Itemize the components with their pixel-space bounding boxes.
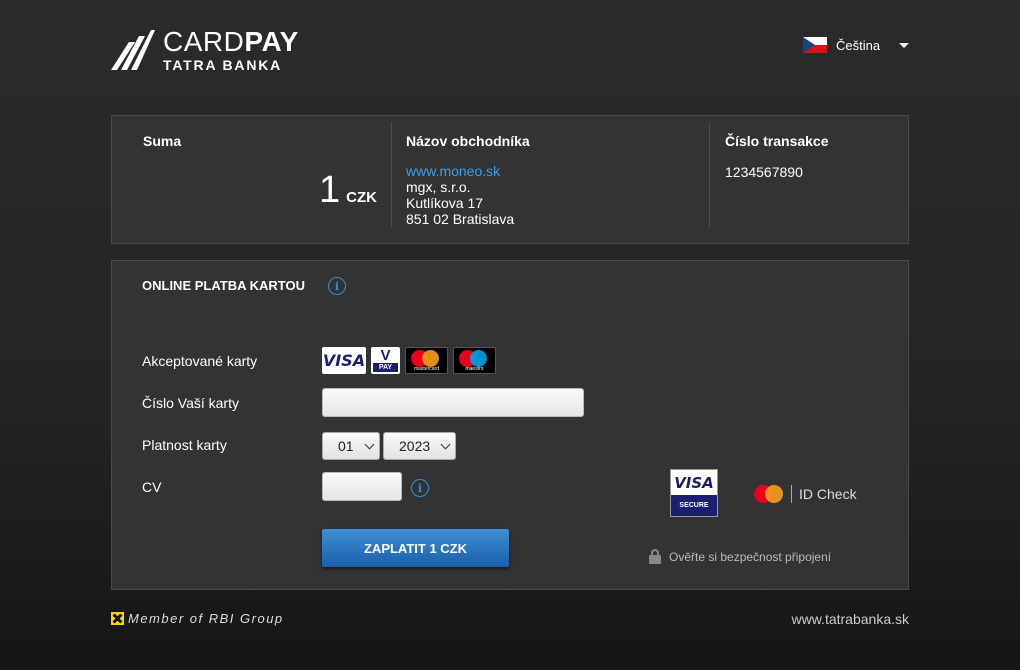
merchant-city: 851 02 Bratislava: [406, 211, 515, 227]
security-note-text: Ověřte si bezpečnost připojení: [669, 549, 832, 564]
logo-bank-name: TATRA BANKA: [163, 57, 283, 73]
merchant-details: www.moneo.sk mgx, s.r.o. Kutlíkova 17 85…: [406, 163, 514, 227]
rbi-member-badge: Member of RBI Group: [111, 611, 284, 626]
chevron-down-icon: [440, 439, 451, 450]
security-check-link[interactable]: Ověřte si bezpečnost připojení: [649, 549, 831, 564]
expiry-month-select[interactable]: 01: [322, 432, 380, 460]
transaction-label: Číslo transakce: [725, 133, 829, 149]
expiry-year-select[interactable]: 2023: [383, 432, 456, 460]
transaction-id: 1234567890: [725, 164, 803, 180]
rbi-logo-icon: [111, 612, 124, 625]
payment-form: ONLINE PLATBA KARTOU i Akceptované karty…: [111, 260, 909, 590]
info-icon[interactable]: i: [328, 277, 346, 295]
expiry-month-value: 01: [338, 438, 354, 454]
transaction-column: Číslo transakce 1234567890: [710, 122, 908, 228]
mastercard-circles-icon: [754, 485, 784, 503]
amount-display: 1 CZK: [319, 169, 377, 212]
id-check-label: ID Check: [799, 486, 857, 502]
card-number-label: Číslo Vaší karty: [142, 395, 239, 411]
visa-secure-logo-icon: VISA SECURE: [670, 469, 718, 517]
mastercard-logo-icon: mastercard: [405, 347, 448, 374]
accepted-cards-label: Akceptované karty: [142, 353, 258, 369]
language-label: Čeština: [836, 37, 881, 53]
amount-currency: CZK: [346, 189, 377, 206]
chevron-down-icon: [364, 439, 375, 450]
payment-title: ONLINE PLATBA KARTOU: [142, 278, 305, 293]
caret-down-icon: [899, 42, 910, 48]
tatrabanka-website-link[interactable]: www.tatrabanka.sk: [792, 611, 910, 627]
merchant-name: mgx, s.r.o.: [406, 179, 471, 195]
amount-label: Suma: [143, 133, 182, 149]
cardpay-logo: CARDPAY TATRA BANKA: [111, 28, 299, 72]
transaction-summary: Suma 1 CZK Názov obchodníka www.moneo.sk…: [111, 115, 909, 244]
czech-flag-icon: [803, 37, 827, 53]
language-selector[interactable]: Čeština: [803, 37, 910, 53]
maestro-logo-icon: maestro: [453, 347, 496, 374]
merchant-label: Názov obchodníka: [406, 133, 530, 149]
cvv-label: CV: [142, 479, 162, 495]
pay-button[interactable]: ZAPLATIT 1 CZK: [322, 529, 509, 567]
lock-icon: [649, 549, 661, 564]
amount-column: Suma 1 CZK: [112, 122, 392, 228]
card-validity-label: Platnost karty: [142, 437, 227, 453]
cardpay-stripes-icon: [111, 30, 155, 70]
mastercard-id-check-logo: ID Check: [754, 485, 857, 503]
amount-value: 1: [319, 169, 341, 211]
expiry-year-value: 2023: [399, 438, 431, 454]
merchant-street: Kutlíkova 17: [406, 195, 484, 211]
rbi-text: Member of RBI Group: [128, 611, 284, 626]
vpay-logo-icon: V PAY: [371, 347, 400, 374]
logo-wordmark: CARDPAY: [163, 26, 299, 57]
merchant-url-link[interactable]: www.moneo.sk: [406, 163, 514, 179]
card-number-input[interactable]: [322, 388, 584, 417]
accepted-cards: VISA V PAY mastercard maestro: [322, 347, 496, 374]
visa-logo-icon: VISA: [322, 347, 366, 374]
merchant-column: Názov obchodníka www.moneo.sk mgx, s.r.o…: [392, 122, 710, 228]
cvv-info-icon[interactable]: i: [411, 479, 429, 497]
cvv-input[interactable]: [322, 472, 402, 501]
